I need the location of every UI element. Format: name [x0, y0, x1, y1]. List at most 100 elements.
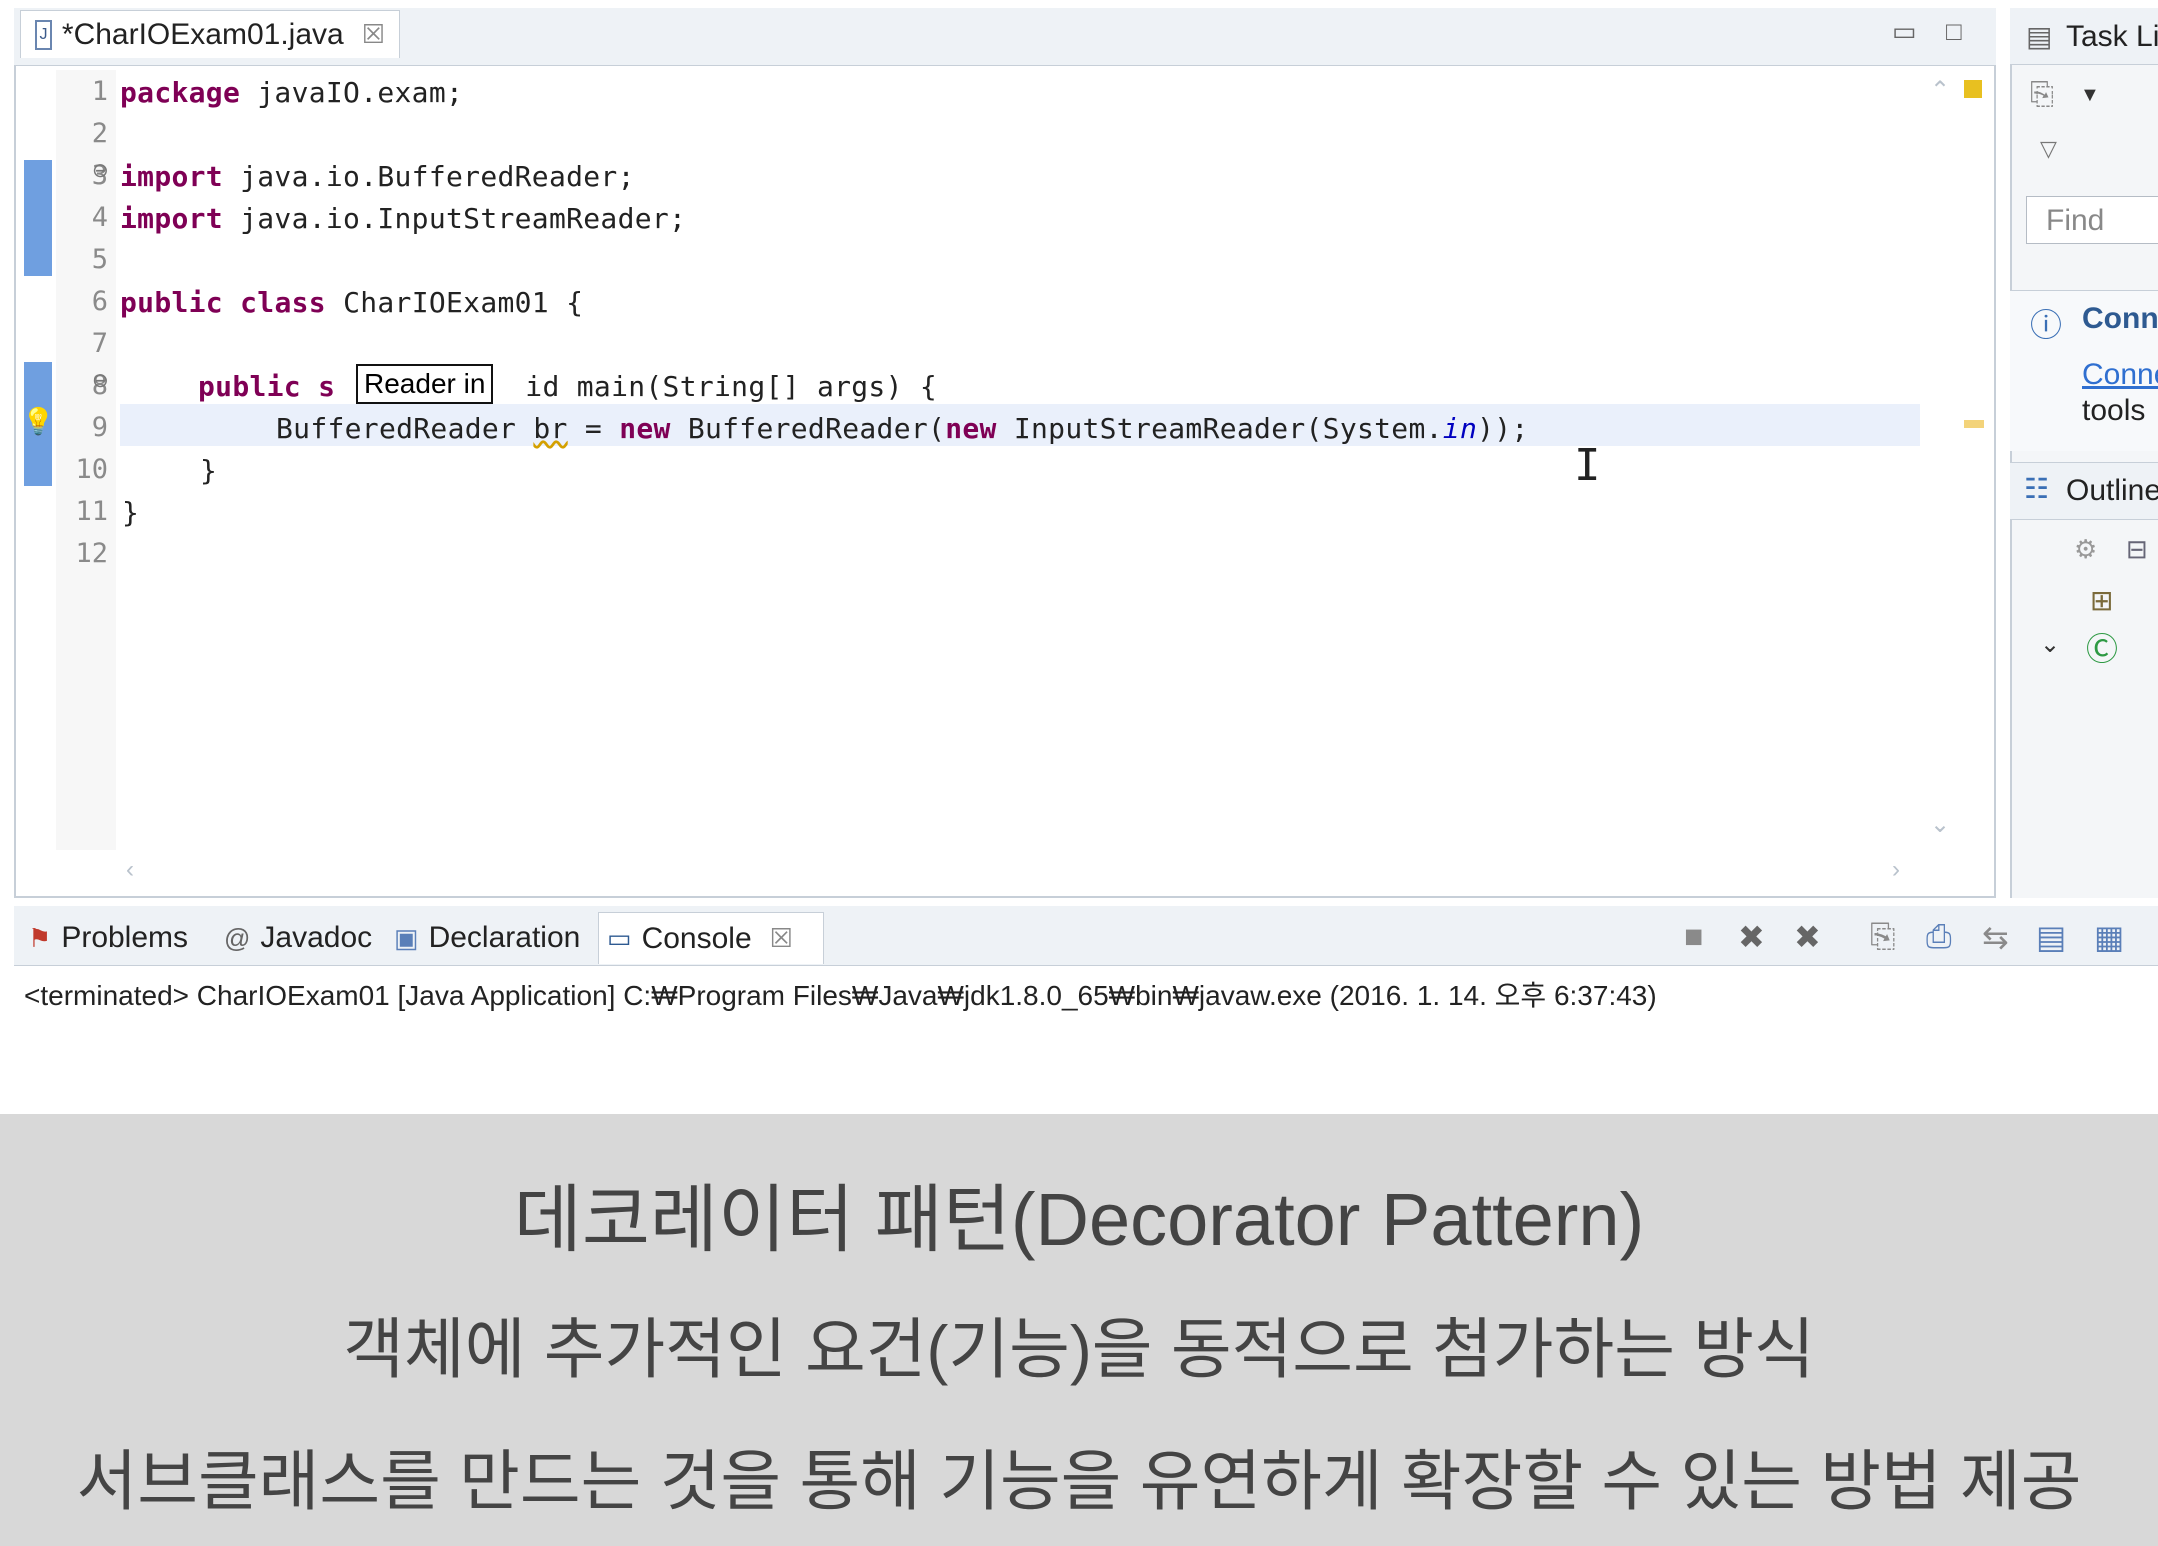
- java-file-icon: J: [35, 19, 52, 50]
- line-number: 11: [75, 496, 108, 527]
- line-number: 2: [91, 118, 108, 149]
- subtitle-line-2: 객체에 추가적인 요건(기능)을 동적으로 첨가하는 방식: [343, 1312, 1815, 1386]
- tab-javadoc[interactable]: @ Javadoc: [216, 912, 380, 964]
- connect-title: Conn: [2082, 302, 2158, 335]
- console-icon: ▭: [607, 923, 632, 953]
- editor-tab-chariexam[interactable]: J *CharIOExam01.java ☒: [20, 10, 400, 58]
- remove-all-icon[interactable]: ✖: [1794, 918, 1821, 956]
- scroll-up-icon[interactable]: ⌃: [1930, 76, 1950, 105]
- terminate-icon[interactable]: ■: [1684, 918, 1703, 955]
- code-line-8[interactable]: public s id main(String[] args) {: [198, 370, 937, 403]
- minimize-icon[interactable]: ▭: [1892, 16, 1917, 47]
- line-number: 10: [75, 454, 108, 485]
- warning-overview-marker[interactable]: [1964, 80, 1982, 98]
- tab-problems[interactable]: ⚑ Problems: [20, 912, 196, 964]
- keyword: public: [120, 286, 223, 319]
- fold-toggle-icon[interactable]: ⊖: [92, 158, 109, 183]
- chevron-down-icon[interactable]: ⌄: [2040, 630, 2060, 659]
- code-text: CharIOExam01 {: [325, 286, 584, 319]
- overview-marker[interactable]: [1964, 420, 1984, 428]
- keyword: class: [240, 286, 326, 319]
- chevron-down-icon[interactable]: ▽: [2040, 136, 2057, 162]
- code-text: ));: [1477, 412, 1529, 445]
- variable-br: br: [533, 412, 568, 445]
- code-text: java.io.InputStreamReader;: [222, 202, 687, 235]
- code-text: javaIO.exam;: [240, 76, 464, 109]
- class-icon[interactable]: Ⓒ: [2086, 624, 2118, 670]
- tab-declaration[interactable]: ▣ Declaration: [386, 912, 588, 964]
- code-line-6[interactable]: public class CharIOExam01 {: [120, 286, 583, 319]
- close-icon[interactable]: ☒: [362, 19, 385, 50]
- ruler-change-mark: [24, 160, 52, 276]
- pin-console-icon[interactable]: ▤: [2036, 918, 2066, 956]
- connect-link[interactable]: Conne: [2082, 358, 2158, 392]
- code-line-3[interactable]: import java.io.BufferedReader;: [120, 160, 635, 193]
- clear-console-icon[interactable]: ⎘: [1870, 918, 1896, 956]
- keyword: import: [120, 160, 223, 193]
- code-text: =: [567, 412, 620, 445]
- close-icon[interactable]: ☒: [770, 923, 793, 954]
- keyword: s: [300, 370, 336, 403]
- scroll-lock-icon[interactable]: ⎙: [1926, 918, 1952, 956]
- connect-text: tools: [2082, 394, 2146, 427]
- code-line-1[interactable]: package javaIO.exam;: [120, 76, 463, 109]
- line-number: 6: [91, 286, 108, 317]
- new-task-icon[interactable]: ⎘: [2030, 78, 2054, 112]
- line-number: 1: [91, 76, 108, 107]
- editor-tab-label: *CharIOExam01.java: [61, 17, 344, 51]
- code-text: id main(String[] args) {: [525, 370, 938, 403]
- line-number: 9: [91, 412, 108, 443]
- keyword: package: [120, 76, 241, 109]
- task-list-title[interactable]: Task Li: [2066, 20, 2158, 54]
- code-text: java.io.BufferedReader;: [222, 160, 635, 193]
- line-number: 12: [75, 538, 108, 569]
- code-text: BufferedReader: [276, 412, 534, 445]
- tab-label: Console: [641, 921, 752, 955]
- subtitle-line-3: 서브클래스를 만드는 것을 통해 기능을 유연하게 확장할 수 있는 방법 제공: [76, 1444, 2082, 1518]
- task-list-icon: ▤: [2026, 21, 2053, 52]
- code-line-10[interactable]: }: [200, 454, 217, 487]
- problems-icon: ⚑: [28, 922, 52, 953]
- at-icon: @: [224, 922, 251, 953]
- console-status-text: <terminated> CharIOExam01 [Java Applicat…: [24, 980, 1657, 1011]
- text-cursor-icon: I: [1574, 440, 1601, 491]
- line-number-gutter: 1 2 3 4 5 6 7 8 9 10 11 12: [56, 70, 116, 850]
- word-wrap-icon[interactable]: ⇆: [1982, 918, 2009, 956]
- line-number: 4: [91, 202, 108, 233]
- outline-title[interactable]: Outline: [2066, 474, 2158, 508]
- keyword: new: [945, 412, 997, 445]
- keyword: new: [619, 412, 671, 445]
- right-side-panel: [2010, 8, 2158, 898]
- package-icon[interactable]: ⊞: [2090, 584, 2113, 617]
- tab-label: Javadoc: [260, 921, 373, 954]
- keyword: import: [120, 202, 223, 235]
- scroll-right-icon[interactable]: ›: [1892, 856, 1900, 884]
- line-number: 5: [91, 244, 108, 275]
- quickfix-warning-icon[interactable]: 💡: [22, 406, 54, 437]
- maximize-icon[interactable]: □: [1946, 16, 1962, 47]
- editor-pane: [14, 8, 1996, 898]
- display-selected-console-icon[interactable]: ▦: [2094, 918, 2124, 956]
- outline-icon: ☷: [2024, 473, 2050, 504]
- static-field: in: [1442, 412, 1478, 445]
- fold-toggle-icon[interactable]: ⊖: [92, 368, 109, 393]
- declaration-icon: ▣: [394, 922, 419, 953]
- scroll-left-icon[interactable]: ‹: [126, 856, 134, 884]
- scroll-down-icon[interactable]: ⌄: [1930, 810, 1950, 839]
- collapse-all-icon[interactable]: ⊟: [2126, 534, 2148, 565]
- dropdown-arrow-icon[interactable]: ▼: [2080, 84, 2100, 107]
- tab-console[interactable]: ▭ Console ☒: [598, 912, 824, 964]
- code-line-4[interactable]: import java.io.InputStreamReader;: [120, 202, 686, 235]
- code-line-9[interactable]: BufferedReader br = new BufferedReader(n…: [276, 412, 1529, 445]
- tab-label: Declaration: [428, 921, 581, 954]
- code-text: InputStreamReader(System.: [996, 412, 1443, 445]
- info-icon: ⓘ: [2030, 307, 2063, 343]
- remove-launch-icon[interactable]: ✖: [1738, 918, 1765, 956]
- tab-label: Problems: [61, 921, 189, 954]
- find-placeholder: Find: [2046, 204, 2105, 237]
- keyword: public: [198, 370, 301, 403]
- sort-icon[interactable]: ⚙: [2074, 534, 2097, 565]
- line-number: 7: [91, 328, 108, 359]
- code-line-11[interactable]: }: [122, 496, 139, 529]
- subtitle-title: 데코레이터 패턴(Decorator Pattern): [513, 1178, 1645, 1261]
